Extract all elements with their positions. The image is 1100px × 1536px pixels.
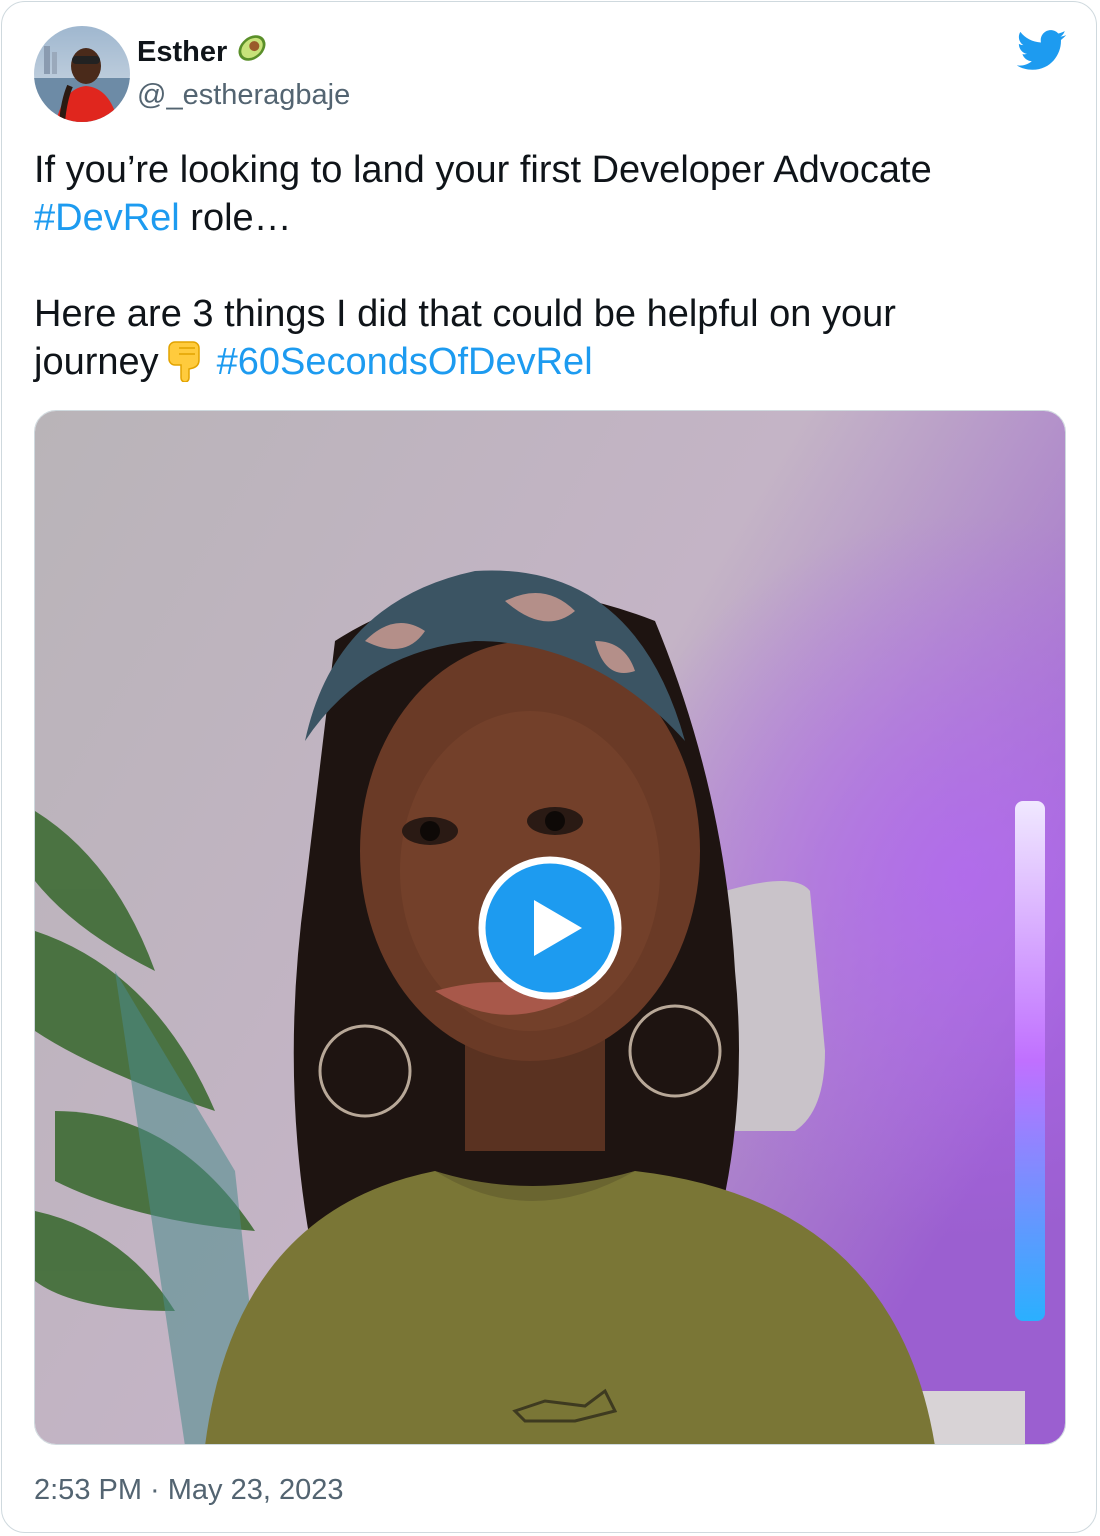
play-icon <box>478 856 622 1000</box>
hashtag-60secondsofdevrel[interactable]: #60SecondsOfDevRel <box>217 341 593 383</box>
tweet-timestamp[interactable]: 2:53 PM · May 23, 2023 <box>34 1472 344 1508</box>
tweet-line-4: journey #60SecondsOfDevRel <box>34 338 1054 386</box>
play-button[interactable] <box>478 856 622 1000</box>
tweet-line-2-text: role… <box>179 197 292 239</box>
display-name[interactable]: Esther <box>137 34 227 70</box>
tweet-line-4-text: journey <box>34 341 159 383</box>
twitter-bird-icon[interactable] <box>1016 30 1067 72</box>
author-name[interactable]: Esther <box>137 34 269 70</box>
pointing-down-emoji <box>165 340 203 383</box>
tweet-line-3: Here are 3 things I did that could be he… <box>34 293 896 335</box>
tweet-text: If you’re looking to land your first Dev… <box>34 146 1054 386</box>
tweet-line-1: If you’re looking to land your first Dev… <box>34 149 932 191</box>
author-handle[interactable]: @_estheragbaje <box>137 77 350 113</box>
avocado-icon <box>235 33 269 72</box>
avatar[interactable] <box>34 26 130 122</box>
hashtag-devrel[interactable]: #DevRel <box>34 197 180 239</box>
tweet-line-2: #DevRel role… <box>34 194 1054 242</box>
